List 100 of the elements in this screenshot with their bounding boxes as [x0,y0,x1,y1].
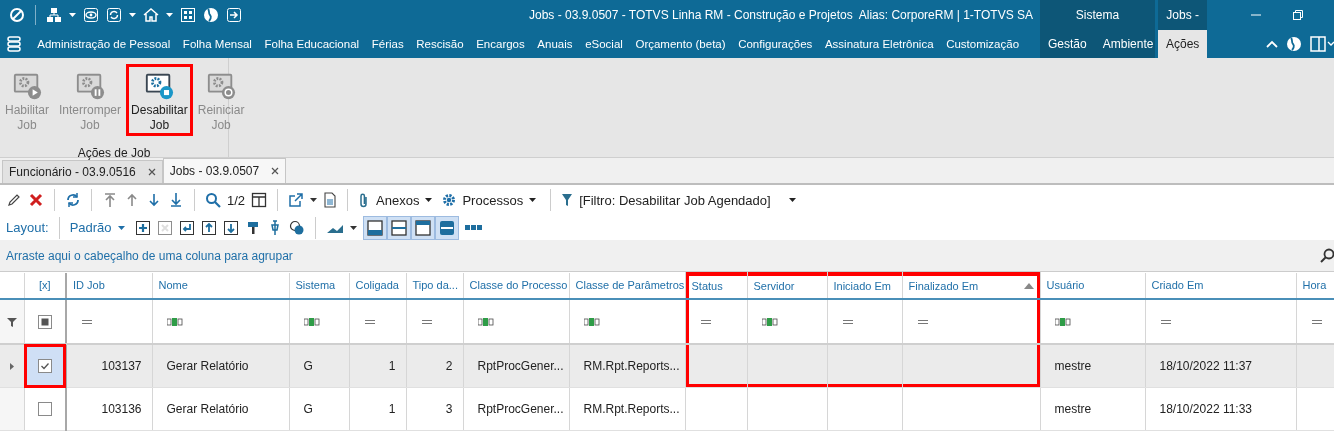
menu-tab[interactable]: Orçamento (beta) [629,30,732,58]
checkbox[interactable] [37,314,52,329]
menu-tab[interactable]: eSocial [578,30,630,58]
last-record-icon[interactable] [168,192,184,208]
equals-filter-icon[interactable] [1159,318,1172,325]
column-header[interactable]: Tipo da... [406,272,463,299]
table-row[interactable]: 103136 Gerar Relatório G 1 3 RptProcGener... RM.Rpt.Reports... mestre 18/10/2022 11:33 [0,387,1334,431]
document-tab[interactable]: Jobs - 03.9.0507 [162,158,287,183]
column-header[interactable]: Nome [152,272,289,299]
column-header[interactable]: Usuário [1040,272,1145,299]
document-tab[interactable]: Funcionário - 03.9.0516 [2,160,163,183]
menu-tab[interactable]: Folha Mensal [176,30,259,58]
column-header[interactable]: Servidor [747,272,827,299]
caret-icon[interactable] [788,198,796,202]
column-header[interactable]: Coligada [349,272,406,299]
equals-filter-icon[interactable] [81,318,93,325]
arrow-down-icon[interactable] [146,192,162,208]
search-icon[interactable] [1320,247,1334,264]
column-header[interactable]: [x] [24,272,66,299]
caret-icon[interactable] [529,198,537,202]
menu-tab[interactable]: Rescisão [409,30,470,58]
text-filter-icon[interactable] [761,317,778,326]
filter-icon[interactable] [6,316,17,327]
caret-icon[interactable] [425,198,433,202]
pencil-icon[interactable] [6,192,22,208]
eye-icon[interactable] [83,7,99,23]
column-header[interactable]: Classe de Parâmetros [569,272,685,299]
equals-filter-icon[interactable] [363,318,376,325]
filter-dropdown[interactable]: [Filtro: Desabilitar Job Agendado] [561,192,796,208]
grid-icon[interactable] [180,7,196,23]
add-icon[interactable] [134,219,151,236]
upload-icon[interactable] [200,219,217,236]
caret-icon[interactable] [349,225,357,230]
chevron-up-icon[interactable] [1266,40,1278,48]
download-icon[interactable] [222,219,239,236]
view-toggle[interactable] [362,215,387,240]
view-toggle[interactable] [434,215,459,240]
equals-filter-icon[interactable] [1310,318,1323,325]
hierarchy-icon[interactable] [46,7,62,23]
text-filter-icon[interactable] [1054,317,1071,326]
columns-icon[interactable] [251,192,268,208]
column-header[interactable]: Finalizado Em [902,272,1040,299]
caret-icon[interactable] [310,198,318,202]
column-header[interactable]: Hora [1296,272,1334,299]
text-filter-icon[interactable] [583,317,600,326]
equals-filter-icon[interactable] [841,318,854,325]
refresh-icon[interactable] [65,192,81,208]
menu-tab[interactable]: Anuais [531,30,579,58]
globe-icon[interactable] [203,7,219,23]
refresh-window-icon[interactable] [106,7,122,23]
text-filter-icon[interactable] [477,317,494,326]
attachments-dropdown[interactable]: Anexos [358,192,433,208]
text-filter-icon[interactable] [303,317,320,326]
menu-tab[interactable]: Configurações [731,30,819,58]
menu-tab[interactable]: Administração de Pessoal [31,30,177,58]
close-icon[interactable] [271,167,280,175]
column-header[interactable]: Criado Em [1145,272,1296,299]
exit-icon[interactable] [226,7,242,23]
column-header[interactable]: Classe do Processo [463,272,569,299]
column-header[interactable]: Status [685,272,747,299]
table-cell: 18/10/2022 11:37 [1159,359,1253,373]
equals-filter-icon[interactable] [916,318,929,325]
block-icon[interactable] [9,7,25,23]
close-icon[interactable] [147,168,156,176]
table-cell: Gerar Relatório [166,359,249,373]
menu-tab[interactable]: Assinatura Eletrônica [818,30,940,58]
menu-tab[interactable]: Ações [1158,30,1208,58]
text-filter-icon[interactable] [166,317,183,326]
column-header[interactable]: Sistema [289,272,349,299]
delete-icon[interactable] [28,192,44,208]
equals-filter-icon[interactable] [420,318,433,325]
panel-layout-icon[interactable] [1310,36,1334,52]
export-icon[interactable] [288,192,305,208]
context-group-title: Jobs - [1165,7,1200,24]
checkbox[interactable] [37,359,52,374]
view-toggle[interactable] [386,215,411,240]
enter-icon[interactable] [178,219,195,236]
search-icon[interactable] [205,192,221,208]
column-header[interactable]: ID Job [66,272,152,299]
equals-filter-icon[interactable] [699,318,712,325]
layout-dropdown[interactable]: Padrão [69,220,125,235]
home-icon[interactable] [143,7,159,23]
ribbon-button[interactable]: Desabilitar Job [126,64,193,136]
menu-icon[interactable] [7,36,21,52]
first-record-icon[interactable] [102,192,118,208]
globe-icon[interactable] [1286,36,1302,52]
view-toggle[interactable] [410,215,435,240]
checkbox[interactable] [37,402,52,417]
restore-icon[interactable] [1292,9,1304,21]
column-header[interactable]: Iniciado Em [827,272,902,299]
table-row[interactable]: 103137 Gerar Relatório G 1 2 RptProcGener... RM.Rpt.Reports... mestre 18/10/2022 11:37 [0,344,1334,388]
gear-monitor-icon [74,71,107,101]
processes-dropdown[interactable]: Processos [442,192,537,208]
menu-tab[interactable]: Encargos [469,30,532,58]
menu-tab[interactable]: Férias [365,30,410,58]
menu-tab[interactable]: Customização [939,30,1026,58]
menu-tab[interactable]: Folha Educacional [258,30,366,58]
document-icon[interactable] [323,192,338,208]
shapes-icon[interactable] [288,219,305,236]
menu-tab[interactable]: Gestão [1040,30,1095,58]
